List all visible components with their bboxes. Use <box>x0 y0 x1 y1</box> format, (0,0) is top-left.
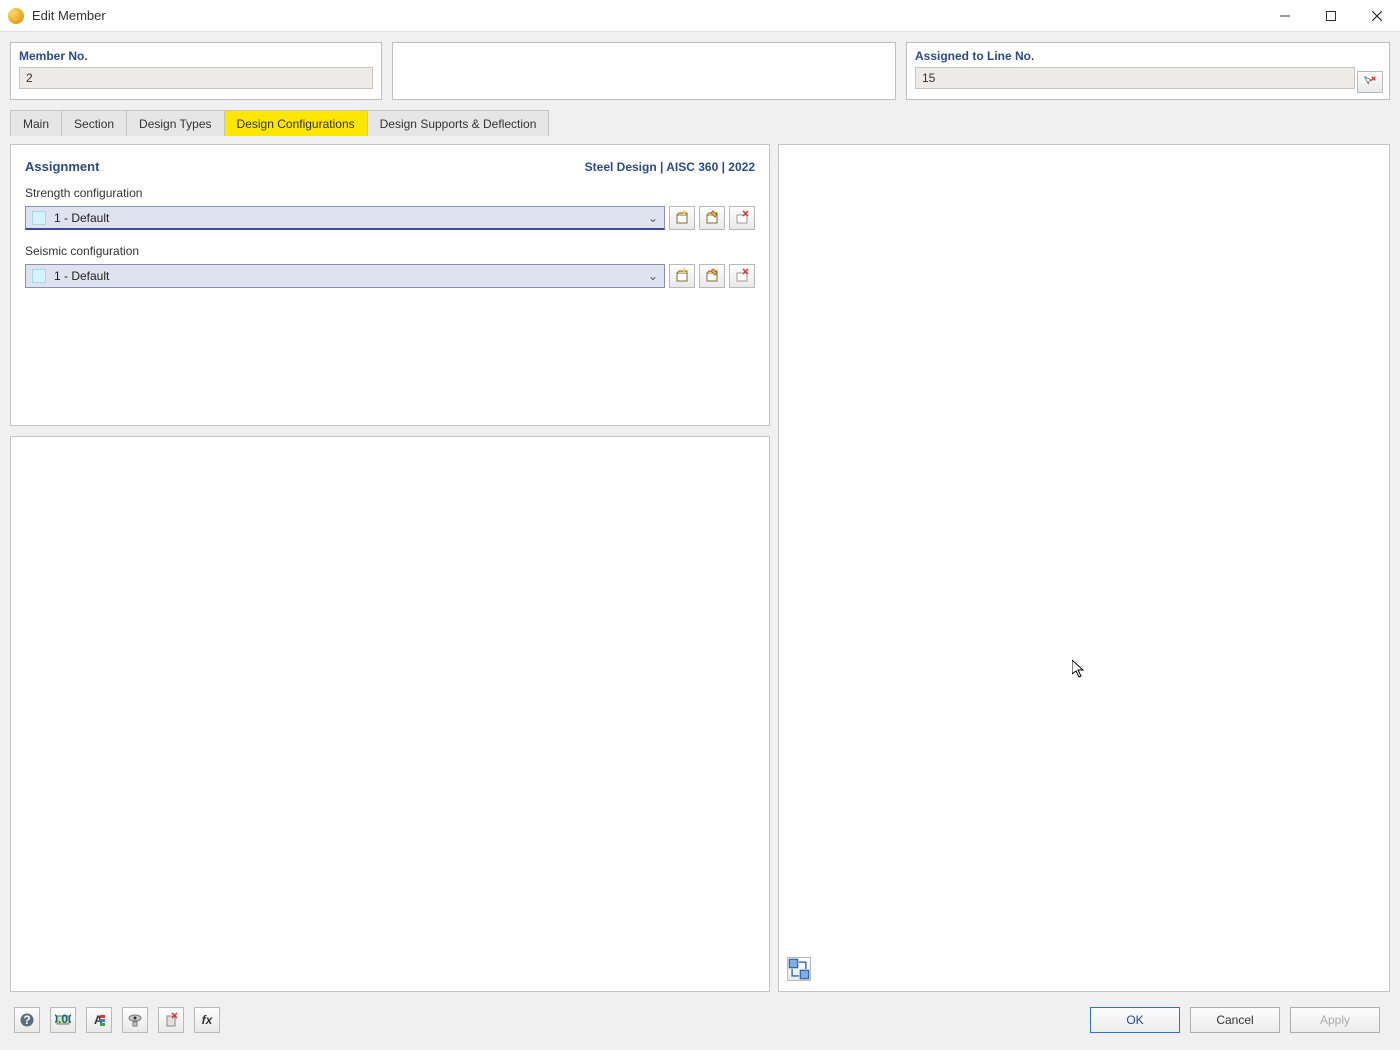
assignment-title: Assignment <box>25 159 99 174</box>
strength-edit-button[interactable] <box>699 206 725 230</box>
assigned-line-panel: Assigned to Line No. 15 <box>906 42 1390 100</box>
help-button[interactable]: ? <box>14 1007 40 1033</box>
assigned-line-label: Assigned to Line No. <box>915 49 1381 63</box>
tab-strip: Main Section Design Types Design Configu… <box>10 110 1390 136</box>
strength-config-label: Strength configuration <box>25 186 755 200</box>
units-button[interactable]: 0.00 <box>50 1007 76 1033</box>
font-button[interactable]: A <box>86 1007 112 1033</box>
apply-button[interactable]: Apply <box>1290 1007 1380 1033</box>
seismic-config-label: Seismic configuration <box>25 244 755 258</box>
ok-button[interactable]: OK <box>1090 1007 1180 1033</box>
function-tool-button[interactable]: fx <box>194 1007 220 1033</box>
tab-design-supports-deflection[interactable]: Design Supports & Deflection <box>367 110 550 136</box>
seismic-color-swatch <box>32 269 46 283</box>
strength-delete-button[interactable] <box>729 206 755 230</box>
chevron-down-icon: ⌄ <box>648 269 658 283</box>
preview-panel <box>778 144 1390 992</box>
seismic-edit-button[interactable] <box>699 264 725 288</box>
seismic-config-select[interactable]: 1 - Default ⌄ <box>25 264 665 288</box>
member-no-label: Member No. <box>19 49 373 63</box>
title-bar: Edit Member <box>0 0 1400 32</box>
view-mode-button[interactable] <box>787 957 811 981</box>
tab-main[interactable]: Main <box>10 110 61 136</box>
pick-line-button[interactable] <box>1357 71 1383 93</box>
maximize-button[interactable] <box>1308 0 1354 32</box>
delete-tool-button[interactable] <box>158 1007 184 1033</box>
tab-design-configurations[interactable]: Design Configurations <box>224 110 367 136</box>
svg-text:?: ? <box>23 1013 30 1027</box>
strength-color-swatch <box>32 211 46 225</box>
seismic-delete-button[interactable] <box>729 264 755 288</box>
view-tool-button[interactable] <box>122 1007 148 1033</box>
svg-text:fx: fx <box>202 1013 214 1027</box>
middle-empty-panel <box>392 42 896 100</box>
member-no-panel: Member No. 2 <box>10 42 382 100</box>
assigned-line-input[interactable]: 15 <box>915 67 1355 89</box>
svg-text:0.00: 0.00 <box>55 1012 71 1026</box>
minimize-button[interactable] <box>1262 0 1308 32</box>
assignment-panel: Assignment Steel Design | AISC 360 | 202… <box>10 144 770 426</box>
tab-section[interactable]: Section <box>61 110 126 136</box>
details-panel <box>10 436 770 992</box>
tab-design-types[interactable]: Design Types <box>126 110 224 136</box>
window-title: Edit Member <box>32 8 1262 23</box>
seismic-new-button[interactable] <box>669 264 695 288</box>
close-button[interactable] <box>1354 0 1400 32</box>
member-no-input[interactable]: 2 <box>19 67 373 89</box>
design-standard: Steel Design | AISC 360 | 2022 <box>585 160 755 174</box>
strength-config-select[interactable]: 1 - Default ⌄ <box>25 206 665 230</box>
chevron-down-icon: ⌄ <box>648 211 658 225</box>
strength-new-button[interactable] <box>669 206 695 230</box>
app-icon <box>8 8 24 24</box>
cancel-button[interactable]: Cancel <box>1190 1007 1280 1033</box>
